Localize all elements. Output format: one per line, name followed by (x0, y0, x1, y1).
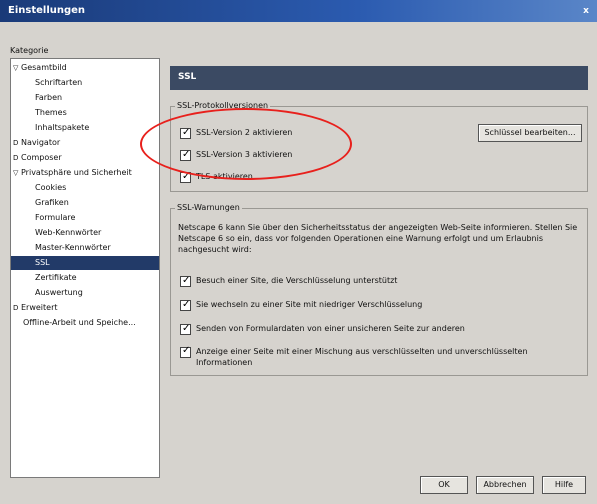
panel-header: SSL (170, 66, 588, 90)
window-titlebar: Einstellungen x (0, 0, 597, 22)
expander-icon[interactable]: ▽ (13, 166, 21, 180)
tree-item-privatsphaere[interactable]: ▽ Privatsphäre und Sicherheit (13, 166, 132, 180)
tree-item-label: Erweitert (21, 303, 58, 312)
checkbox-label: Senden von Formulardaten von einer unsic… (196, 324, 465, 333)
tree-item-label: Navigator (21, 138, 61, 147)
warnings-description: Netscape 6 kann Sie über den Sicherheits… (178, 223, 578, 254)
category-tree: ▽ Gesamtbild Schriftarten Farben Themes I… (10, 58, 160, 478)
tree-item-erweitert[interactable]: D Erweitert (13, 301, 58, 315)
tree-item-grafiken[interactable]: Grafiken (35, 196, 69, 210)
checkbox-checked-icon[interactable] (180, 345, 191, 358)
tree-item-label: Gesamtbild (21, 63, 67, 72)
warn-mixed-content-checkbox[interactable]: Anzeige einer Seite mit einer Mischung a… (180, 345, 580, 372)
settings-window: Kategorie ▽ Gesamtbild Schriftarten Farbe… (0, 22, 597, 504)
tree-item-label: Privatsphäre und Sicherheit (21, 168, 132, 177)
expander-icon[interactable]: ▽ (13, 61, 21, 75)
edit-keys-button[interactable]: Schlüssel bearbeiten... (478, 124, 582, 142)
tree-item-ssl[interactable]: SSL (11, 256, 159, 270)
checkbox-checked-icon[interactable] (180, 298, 191, 312)
ok-button[interactable]: OK (420, 476, 468, 494)
tree-item-composer[interactable]: D Composer (13, 151, 62, 165)
tree-item-themes[interactable]: Themes (35, 106, 67, 120)
tree-item-farben[interactable]: Farben (35, 91, 62, 105)
expander-icon[interactable]: D (13, 151, 21, 165)
warnings-group-legend: SSL-Warnungen (175, 203, 242, 212)
checkbox-label: Anzeige einer Seite mit einer Mischung a… (196, 347, 528, 367)
checkbox-label: Besuch einer Site, die Verschlüsselung u… (196, 276, 398, 285)
tree-item-auswertung[interactable]: Auswertung (35, 286, 83, 300)
tree-item-label: Composer (21, 153, 62, 162)
tree-item-offline[interactable]: Offline-Arbeit und Speiche... (23, 316, 136, 330)
warn-visit-encrypted-checkbox[interactable]: Besuch einer Site, die Verschlüsselung u… (180, 274, 397, 288)
tree-item-gesamtbild[interactable]: ▽ Gesamtbild (13, 61, 67, 75)
warn-form-data-checkbox[interactable]: Senden von Formulardaten von einer unsic… (180, 322, 465, 336)
tree-item-zertifikate[interactable]: Zertifikate (35, 271, 77, 285)
tree-item-master-kennwoerter[interactable]: Master-Kennwörter (35, 241, 111, 255)
close-icon[interactable]: x (579, 4, 593, 18)
cancel-button[interactable]: Abbrechen (476, 476, 534, 494)
tree-item-inhaltspakete[interactable]: Inhaltspakete (35, 121, 89, 135)
warn-low-encryption-checkbox[interactable]: Sie wechseln zu einer Site mit niedriger… (180, 298, 422, 312)
tree-item-navigator[interactable]: D Navigator (13, 136, 60, 150)
tree-item-formulare[interactable]: Formulare (35, 211, 75, 225)
tree-item-cookies[interactable]: Cookies (35, 181, 66, 195)
checkbox-checked-icon[interactable] (180, 322, 191, 336)
tree-item-schriftarten[interactable]: Schriftarten (35, 76, 82, 90)
checkbox-label: Sie wechseln zu einer Site mit niedriger… (196, 300, 423, 309)
expander-icon[interactable]: D (13, 136, 21, 150)
annotation-circle (140, 108, 352, 180)
category-label: Kategorie (10, 46, 49, 55)
checkbox-checked-icon[interactable] (180, 274, 191, 288)
help-button[interactable]: Hilfe (542, 476, 586, 494)
window-title: Einstellungen (8, 5, 86, 16)
tree-item-web-kennwoerter[interactable]: Web-Kennwörter (35, 226, 101, 240)
expander-icon[interactable]: D (13, 301, 21, 315)
